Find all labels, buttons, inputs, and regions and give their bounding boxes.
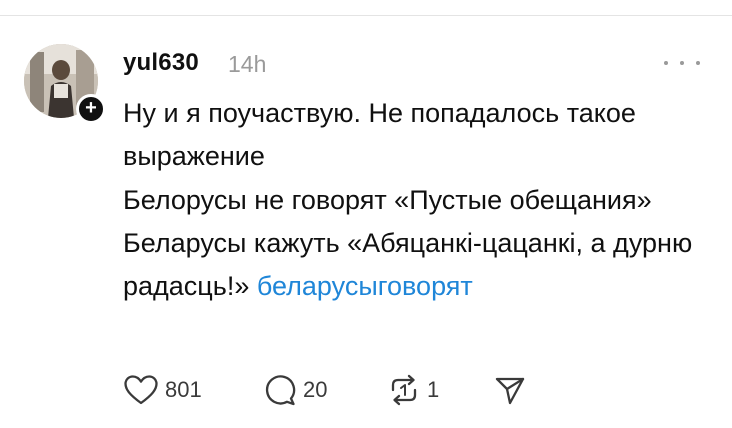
more-dot — [696, 61, 700, 65]
username[interactable]: yul630 — [123, 49, 199, 77]
repost-button[interactable]: 1 — [387, 370, 439, 410]
more-dot — [664, 61, 668, 65]
reply-count: 20 — [303, 377, 328, 402]
repost-count: 1 — [427, 377, 440, 402]
send-icon — [493, 373, 527, 407]
timestamp: 14h — [228, 51, 267, 77]
post-line: Ну и я поучаствую. Не попадалось такое в… — [123, 98, 636, 172]
like-count: 801 — [165, 377, 202, 402]
heart-icon — [123, 374, 159, 406]
repost-icon — [387, 373, 421, 407]
more-dot — [680, 61, 684, 65]
top-divider — [0, 15, 732, 16]
post-text: Ну и я поучаствую. Не попадалось такое в… — [123, 92, 723, 308]
share-button[interactable] — [493, 370, 527, 410]
post-line-with-hashtag: Беларусы кажуть «Абяцанкі-цацанкі, а дур… — [123, 222, 723, 309]
more-horizontal-icon[interactable] — [664, 55, 700, 71]
reply-button[interactable]: 20 — [263, 370, 327, 410]
follow-plus-icon[interactable]: + — [76, 94, 106, 124]
hashtag-link[interactable]: беларусыговорят — [257, 271, 473, 301]
avatar-container[interactable]: + — [24, 44, 106, 124]
like-button[interactable]: 801 — [123, 370, 202, 410]
post-line: Белорусы не говорят «Пустые обещания» — [123, 184, 652, 215]
speech-bubble-icon — [263, 373, 297, 407]
